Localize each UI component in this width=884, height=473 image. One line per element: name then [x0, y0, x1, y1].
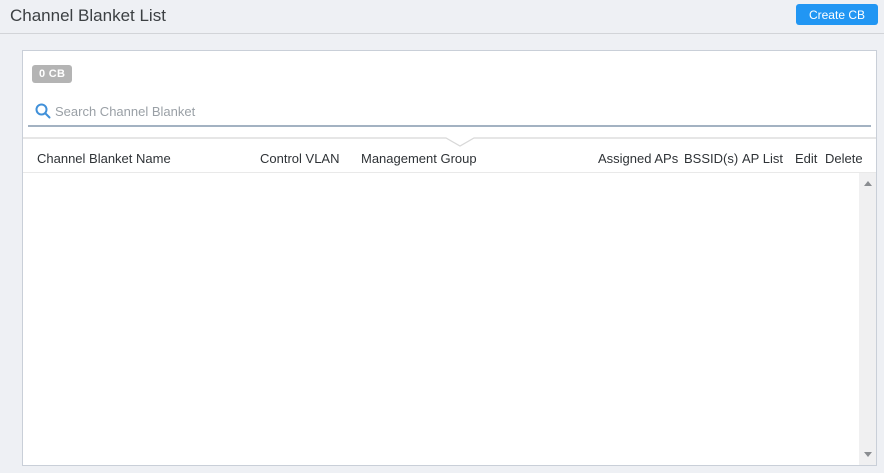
- search-input[interactable]: [55, 100, 475, 122]
- scroll-down-arrow-icon: [863, 452, 872, 457]
- collapse-notch-divider[interactable]: [23, 137, 876, 147]
- page-title: Channel Blanket List: [10, 6, 166, 25]
- search-icon: [35, 103, 51, 119]
- search-bar[interactable]: [28, 95, 871, 127]
- column-header-management-group: Management Group: [361, 151, 477, 166]
- vertical-scrollbar[interactable]: [859, 173, 876, 465]
- column-header-edit: Edit: [795, 151, 818, 166]
- channel-blanket-list-panel: 0 CB Channel Blanket Name Control VLAN M…: [22, 50, 877, 466]
- scroll-down-button[interactable]: [859, 446, 876, 463]
- column-header-control-vlan: Control VLAN: [260, 151, 340, 166]
- column-header-delete: Delete: [825, 151, 863, 166]
- cb-count-badge: 0 CB: [32, 65, 73, 83]
- column-header-assigned-aps: Assigned APs: [598, 151, 679, 166]
- column-header-bssids: BSSID(s): [684, 151, 739, 166]
- scroll-up-arrow-icon: [863, 181, 872, 186]
- column-header-channel-blanket-name: Channel Blanket Name: [37, 151, 171, 166]
- table-body-empty: [23, 173, 859, 465]
- title-divider: [0, 33, 884, 34]
- scroll-up-button[interactable]: [859, 175, 876, 192]
- create-cb-button[interactable]: Create CB: [795, 4, 878, 25]
- column-header-ap-list: AP List: [742, 151, 783, 166]
